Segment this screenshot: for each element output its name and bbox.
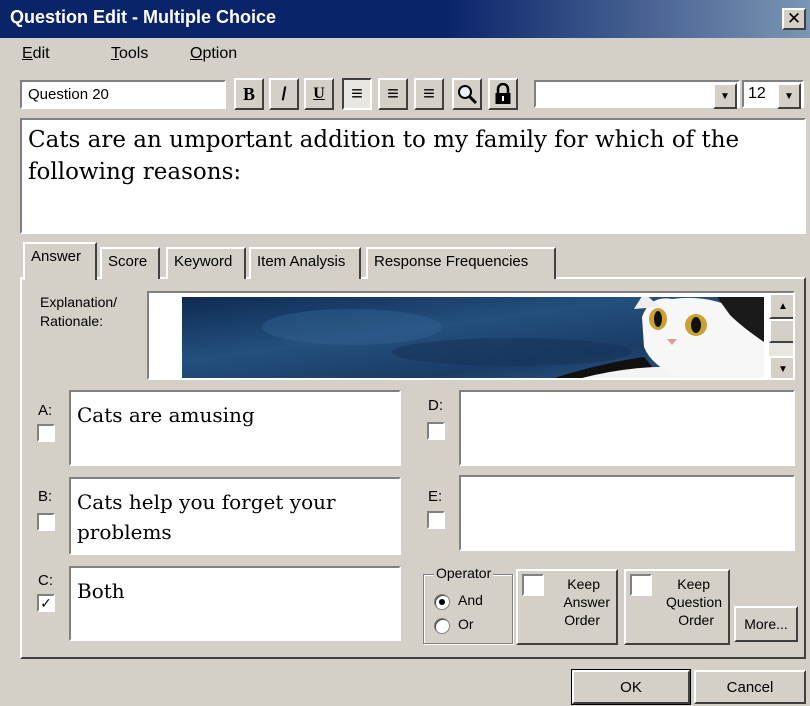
underline-button[interactable]: U [304,78,334,110]
explanation-field[interactable]: ▲ ▼ [147,291,795,380]
close-icon: ✕ [786,9,802,28]
ok-button[interactable]: OK [571,669,691,705]
bold-button[interactable]: B [234,78,264,110]
align-center-icon: ≡ [387,82,399,105]
title-bar: Question Edit - Multiple Choice ✕ [0,0,810,38]
option-d-checkbox[interactable] [427,422,445,440]
keep-question-order-checkbox[interactable] [630,574,652,596]
operator-and-radio[interactable] [434,594,450,610]
font-size-select[interactable]: 12 ▼ [742,80,804,109]
operator-and-label: And [458,592,483,608]
option-c-letter: C: [38,572,53,589]
font-name-select[interactable]: ▼ [534,80,740,109]
option-b-checkbox[interactable] [37,513,55,531]
lock-icon [495,83,511,104]
option-e-checkbox[interactable] [427,511,445,529]
cancel-button[interactable]: Cancel [694,670,806,704]
find-button[interactable] [452,78,482,110]
lock-button[interactable] [488,78,518,110]
keep-answer-order-checkbox[interactable] [522,574,544,596]
option-d-letter: D: [428,397,443,414]
option-b-letter: B: [38,488,53,505]
align-center-button[interactable]: ≡ [378,78,408,110]
align-left-button[interactable]: ≡ [342,78,372,110]
tab-answer[interactable]: Answer [23,242,97,280]
menu-edit[interactable]: Edit [22,45,50,63]
option-e-letter: E: [428,488,443,505]
option-c-checkbox[interactable]: ✓ [37,594,55,612]
option-c-text[interactable]: Both [69,566,401,641]
scroll-up-button[interactable]: ▲ [769,293,793,319]
menu-option[interactable]: Option [190,45,237,63]
option-d-text[interactable] [459,390,795,466]
option-a-checkbox[interactable] [37,424,55,442]
checkmark-icon: ✓ [40,595,52,611]
explanation-label: Explanation/ Rationale: [40,294,118,329]
operator-or-label: Or [458,616,474,632]
scroll-thumb[interactable] [769,319,793,343]
menu-tools[interactable]: Tools [111,45,148,63]
tab-score[interactable]: Score [100,247,160,279]
question-text-field[interactable]: Cats are an umportant addition to my fam… [20,118,806,234]
window-title: Question Edit - Multiple Choice [10,7,277,27]
align-left-icon: ≡ [351,82,363,105]
option-b-text[interactable]: Cats help you forget your problems [69,477,401,555]
option-a-letter: A: [38,402,53,419]
italic-button[interactable]: / [269,78,299,110]
tab-response-frequencies[interactable]: Response Frequencies [366,247,556,279]
operator-or-radio[interactable] [434,618,450,634]
close-button[interactable]: ✕ [782,8,806,30]
keep-answer-order-toggle[interactable]: Keep Answer Order [516,569,618,645]
chevron-down-icon[interactable]: ▼ [777,83,801,109]
operator-group [423,574,513,644]
keep-question-order-toggle[interactable]: Keep Question Order [624,569,730,645]
cat-photo [182,297,764,378]
arrow-down-icon: ▼ [778,363,788,375]
option-a-text[interactable]: Cats are amusing [69,390,401,466]
tab-keyword[interactable]: Keyword [166,247,246,279]
operator-legend: Operator [434,565,494,581]
magnifier-icon [458,85,478,105]
explanation-scrollbar[interactable]: ▲ ▼ [769,293,793,378]
align-right-button[interactable]: ≡ [414,78,444,110]
scroll-down-button[interactable]: ▼ [769,356,793,378]
arrow-up-icon: ▲ [778,300,788,312]
more-button[interactable]: More... [734,606,798,642]
tab-item-analysis[interactable]: Item Analysis [249,247,361,279]
option-e-text[interactable] [459,475,795,551]
chevron-down-icon[interactable]: ▼ [713,83,737,109]
question-name-field[interactable]: Question 20 [20,80,226,109]
align-right-icon: ≡ [423,82,435,105]
